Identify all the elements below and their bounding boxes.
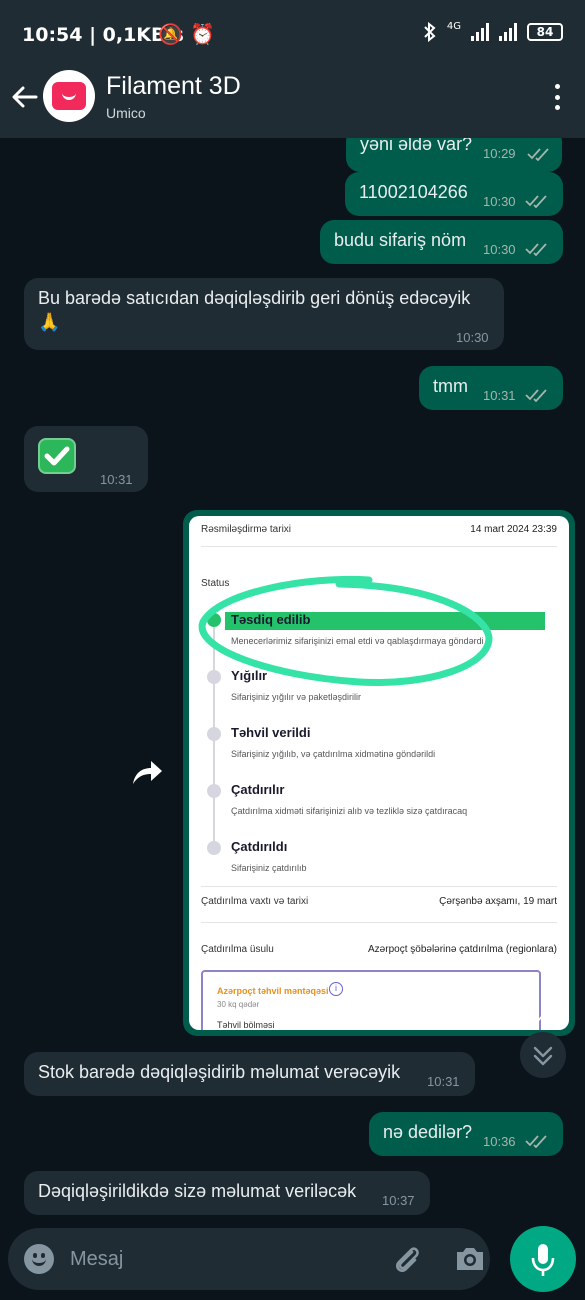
avatar[interactable] <box>43 70 95 122</box>
message-text: Dəqiqləşirildikdə sizə məlumat veriləcək <box>38 1181 357 1201</box>
message-text: 11002104266 <box>359 182 468 202</box>
delivery-method-value: Azərpoçt şöbələrinə çatdırılma (regionla… <box>368 944 557 955</box>
read-ticks-icon <box>525 195 547 208</box>
status-icons: 4G 84 <box>423 20 563 42</box>
read-ticks-icon <box>525 243 547 256</box>
attach-icon[interactable] <box>390 1242 424 1276</box>
back-arrow-icon[interactable] <box>8 80 42 114</box>
pickup-zone-sub: Təhvil bölməsi <box>217 1020 275 1030</box>
step-dot <box>207 727 221 741</box>
pickup-zone-title: Azərpoçt təhvil məntəqəsi <box>217 986 329 996</box>
message-out[interactable]: nə dedilər? 10:36 <box>369 1112 563 1156</box>
image-message[interactable]: Rəsmiləşdirmə tarixi 14 mart 2024 23:39 … <box>183 510 575 1036</box>
message-in[interactable]: Stok barədə dəqiqləşidirib məlumat verəc… <box>24 1052 475 1096</box>
mic-icon <box>531 1244 555 1276</box>
step-title: Təhvil verildi <box>231 725 311 740</box>
message-time: 10:31 <box>100 472 133 487</box>
status-bar: 10:54 | 0,1KB/s 🔕 ⏰ 4G 84 <box>0 0 585 68</box>
pickup-zone-weight: 30 kq qədər <box>217 1000 260 1009</box>
step-title: Çatdırıldı <box>231 839 288 854</box>
camera-icon[interactable] <box>454 1244 486 1274</box>
step-desc: Çatdırılma xidməti sifarişinizi alıb və … <box>231 806 468 816</box>
scroll-down-button[interactable] <box>520 1032 566 1078</box>
message-out[interactable]: budu sifariş nöm 10:30 <box>320 220 563 264</box>
message-text: tmm <box>433 376 468 396</box>
order-screenshot[interactable]: Rəsmiləşdirmə tarixi 14 mart 2024 23:39 … <box>189 516 569 1030</box>
message-out[interactable]: yəni əldə var? 10:29 <box>346 138 562 172</box>
step-dot <box>207 784 221 798</box>
delivery-method-label: Çatdırılma üsulu <box>201 944 274 955</box>
divider <box>201 922 557 923</box>
divider <box>201 546 557 547</box>
network-type: 4G <box>446 20 461 32</box>
double-chevron-down-icon <box>533 1046 553 1066</box>
order-date-value: 14 mart 2024 23:39 <box>470 524 557 535</box>
mute-icon: 🔕 <box>158 22 183 46</box>
delivery-time-label: Çatdırılma vaxtı və tarixi <box>201 896 309 907</box>
more-vert-icon[interactable] <box>553 84 561 110</box>
check-emoji-icon <box>38 438 76 474</box>
pray-emoji: 🙏 <box>38 312 61 332</box>
message-out[interactable]: 11002104266 10:30 <box>345 172 563 216</box>
chat-title[interactable]: Filament 3D <box>106 72 241 101</box>
message-time: 10:31 <box>427 1074 460 1089</box>
order-date-label: Rəsmiləşdirmə tarixi <box>201 524 292 535</box>
message-text: nə dedilər? <box>383 1122 473 1142</box>
step-desc: Sifarişiniz çatdırılıb <box>231 863 307 873</box>
message-time: 10:36 <box>483 1134 516 1149</box>
bluetooth-icon <box>424 22 436 42</box>
message-out[interactable]: tmm 10:31 <box>419 366 563 410</box>
message-in[interactable]: ✅ 10:31 <box>24 426 148 492</box>
message-time: 10:29 <box>483 146 516 161</box>
umico-logo-icon <box>52 82 86 110</box>
signal-icon-2 <box>499 23 517 41</box>
message-time: 10:37 <box>382 1193 415 1208</box>
chat-subtitle: Umico <box>106 105 146 121</box>
info-icon: i <box>329 982 343 996</box>
message-in[interactable]: Bu barədə satıcıdan dəqiqləşdirib geri d… <box>24 278 504 350</box>
step-dot <box>207 841 221 855</box>
alarm-icon: ⏰ <box>190 22 215 46</box>
read-ticks-icon <box>525 389 547 402</box>
message-in[interactable]: Dəqiqləşirildikdə sizə məlumat veriləcək… <box>24 1171 430 1215</box>
message-composer <box>8 1228 490 1290</box>
chat-area[interactable]: yəni əldə var? 10:29 11002104266 10:30 b… <box>0 138 585 1228</box>
chat-header: Filament 3D Umico <box>0 68 585 138</box>
message-text: Stok barədə dəqiqləşidirib məlumat verəc… <box>38 1062 401 1082</box>
forward-icon[interactable] <box>131 758 163 786</box>
message-time: 10:30 <box>483 242 516 257</box>
hand-drawn-circle <box>198 575 493 687</box>
step-desc: Sifarişiniz yığılıb, və çatdırılma xidmə… <box>231 749 436 759</box>
mic-button[interactable] <box>510 1226 576 1292</box>
delivery-time-value: Çərşənbə axşamı, 19 mart <box>439 896 557 907</box>
signal-icon <box>471 23 489 41</box>
message-time: 10:30 <box>483 194 516 209</box>
read-ticks-icon <box>525 1011 547 1024</box>
message-text: budu sifariş nöm <box>334 230 467 250</box>
message-time: 10:30 <box>456 330 489 345</box>
message-time: 10:31 <box>483 388 516 403</box>
emoji-icon[interactable] <box>24 1244 54 1274</box>
message-text: Bu barədə satıcıdan dəqiqləşdirib geri d… <box>38 288 471 308</box>
divider <box>201 886 557 887</box>
step-title: Çatdırılır <box>231 782 285 797</box>
message-time: 10:31 <box>483 1010 516 1025</box>
message-text: yəni əldə var? <box>360 138 473 154</box>
read-ticks-icon <box>525 1135 547 1148</box>
battery-icon: 84 <box>527 23 563 41</box>
read-ticks-icon <box>527 148 549 161</box>
message-input[interactable] <box>70 1242 370 1276</box>
